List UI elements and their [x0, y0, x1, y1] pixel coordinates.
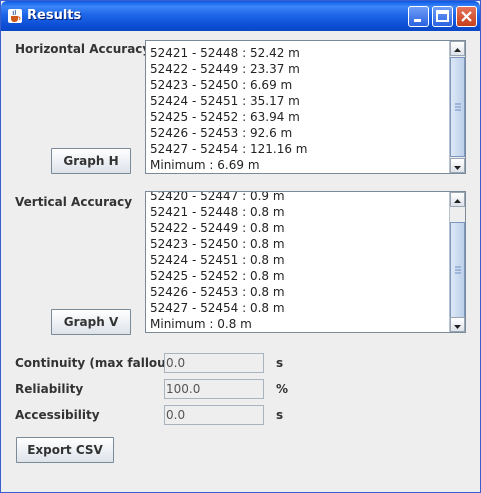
maximize-icon	[436, 10, 449, 22]
grip-icon	[455, 266, 461, 274]
arrow-down-icon	[454, 166, 461, 170]
reliability-unit: %	[276, 382, 289, 396]
accessibility-label: Accessibility	[15, 408, 100, 422]
continuity-field[interactable]: 0.0	[164, 353, 264, 373]
list-item[interactable]: 52426 - 52453 : 0.8 m	[150, 284, 447, 300]
list-item[interactable]: 52427 - 52454 : 121.16 m	[150, 141, 447, 157]
list-item[interactable]: 52427 - 52454 : 0.8 m	[150, 300, 447, 316]
list-item[interactable]: 52424 - 52451 : 35.17 m	[150, 93, 447, 109]
scroll-down-button[interactable]	[450, 317, 465, 332]
vertical-accuracy-list[interactable]: 52420 - 52447 : 0.9 m 52421 - 52448 : 0.8…	[145, 191, 466, 333]
results-window: Results Horizontal Accuracy Graph H 5242…	[0, 0, 481, 493]
scroll-down-button[interactable]	[450, 158, 465, 173]
content-panel: Horizontal Accuracy Graph H 52421 - 5244…	[4, 31, 477, 490]
arrow-up-icon	[454, 48, 461, 52]
export-csv-button[interactable]: Export CSV	[16, 437, 114, 463]
window-title: Results	[27, 8, 82, 23]
arrow-up-icon	[454, 199, 461, 203]
list-item[interactable]: 52421 - 52448 : 52.42 m	[150, 45, 447, 61]
list-item[interactable]: Minimum : 6.69 m	[150, 157, 447, 173]
title-bar[interactable]: Results	[1, 1, 480, 31]
list-item[interactable]: 52420 - 52447 : 0.9 m	[150, 192, 447, 204]
horizontal-accuracy-list[interactable]: 52421 - 52448 : 52.42 m 52422 - 52449 : 2…	[145, 40, 466, 174]
graph-h-button[interactable]: Graph H	[51, 148, 131, 174]
accessibility-unit: s	[276, 408, 284, 422]
vertical-accuracy-label: Vertical Accuracy	[15, 195, 133, 209]
close-button[interactable]	[456, 6, 477, 27]
list-item[interactable]: 52422 - 52449 : 23.37 m	[150, 61, 447, 77]
vertical-list-items: 52420 - 52447 : 0.9 m 52421 - 52448 : 0.8…	[150, 192, 447, 332]
continuity-label: Continuity (max fallout)	[15, 356, 177, 370]
scroll-thumb[interactable]	[450, 222, 465, 318]
list-item[interactable]: 52425 - 52452 : 63.94 m	[150, 109, 447, 125]
accessibility-field[interactable]: 0.0	[164, 405, 264, 425]
java-cup-icon	[7, 8, 23, 24]
continuity-unit: s	[276, 356, 284, 370]
horizontal-list-items: 52421 - 52448 : 52.42 m 52422 - 52449 : 2…	[150, 45, 447, 173]
graph-v-button[interactable]: Graph V	[51, 309, 131, 335]
vertical-scrollbar[interactable]	[449, 192, 465, 332]
list-item[interactable]: 52422 - 52449 : 0.8 m	[150, 220, 447, 236]
list-item[interactable]: 52425 - 52452 : 0.8 m	[150, 268, 447, 284]
minimize-icon	[414, 19, 421, 22]
minimize-button[interactable]	[408, 6, 429, 27]
scroll-up-button[interactable]	[450, 41, 465, 56]
horizontal-scrollbar[interactable]	[449, 41, 465, 173]
list-item[interactable]: 52426 - 52453 : 92.6 m	[150, 125, 447, 141]
close-icon	[461, 11, 472, 22]
scroll-thumb[interactable]	[450, 57, 465, 157]
horizontal-accuracy-label: Horizontal Accuracy	[15, 42, 151, 56]
list-item[interactable]: 52423 - 52450 : 6.69 m	[150, 77, 447, 93]
list-item[interactable]: 52421 - 52448 : 0.8 m	[150, 204, 447, 220]
grip-icon	[455, 103, 461, 111]
list-item[interactable]: Minimum : 0.8 m	[150, 316, 447, 332]
maximize-button[interactable]	[432, 6, 453, 27]
reliability-field[interactable]: 100.0	[164, 379, 264, 399]
reliability-label: Reliability	[15, 382, 84, 396]
arrow-down-icon	[454, 325, 461, 329]
scroll-up-button[interactable]	[450, 192, 465, 207]
list-item[interactable]: 52424 - 52451 : 0.8 m	[150, 252, 447, 268]
list-item[interactable]: 52423 - 52450 : 0.8 m	[150, 236, 447, 252]
